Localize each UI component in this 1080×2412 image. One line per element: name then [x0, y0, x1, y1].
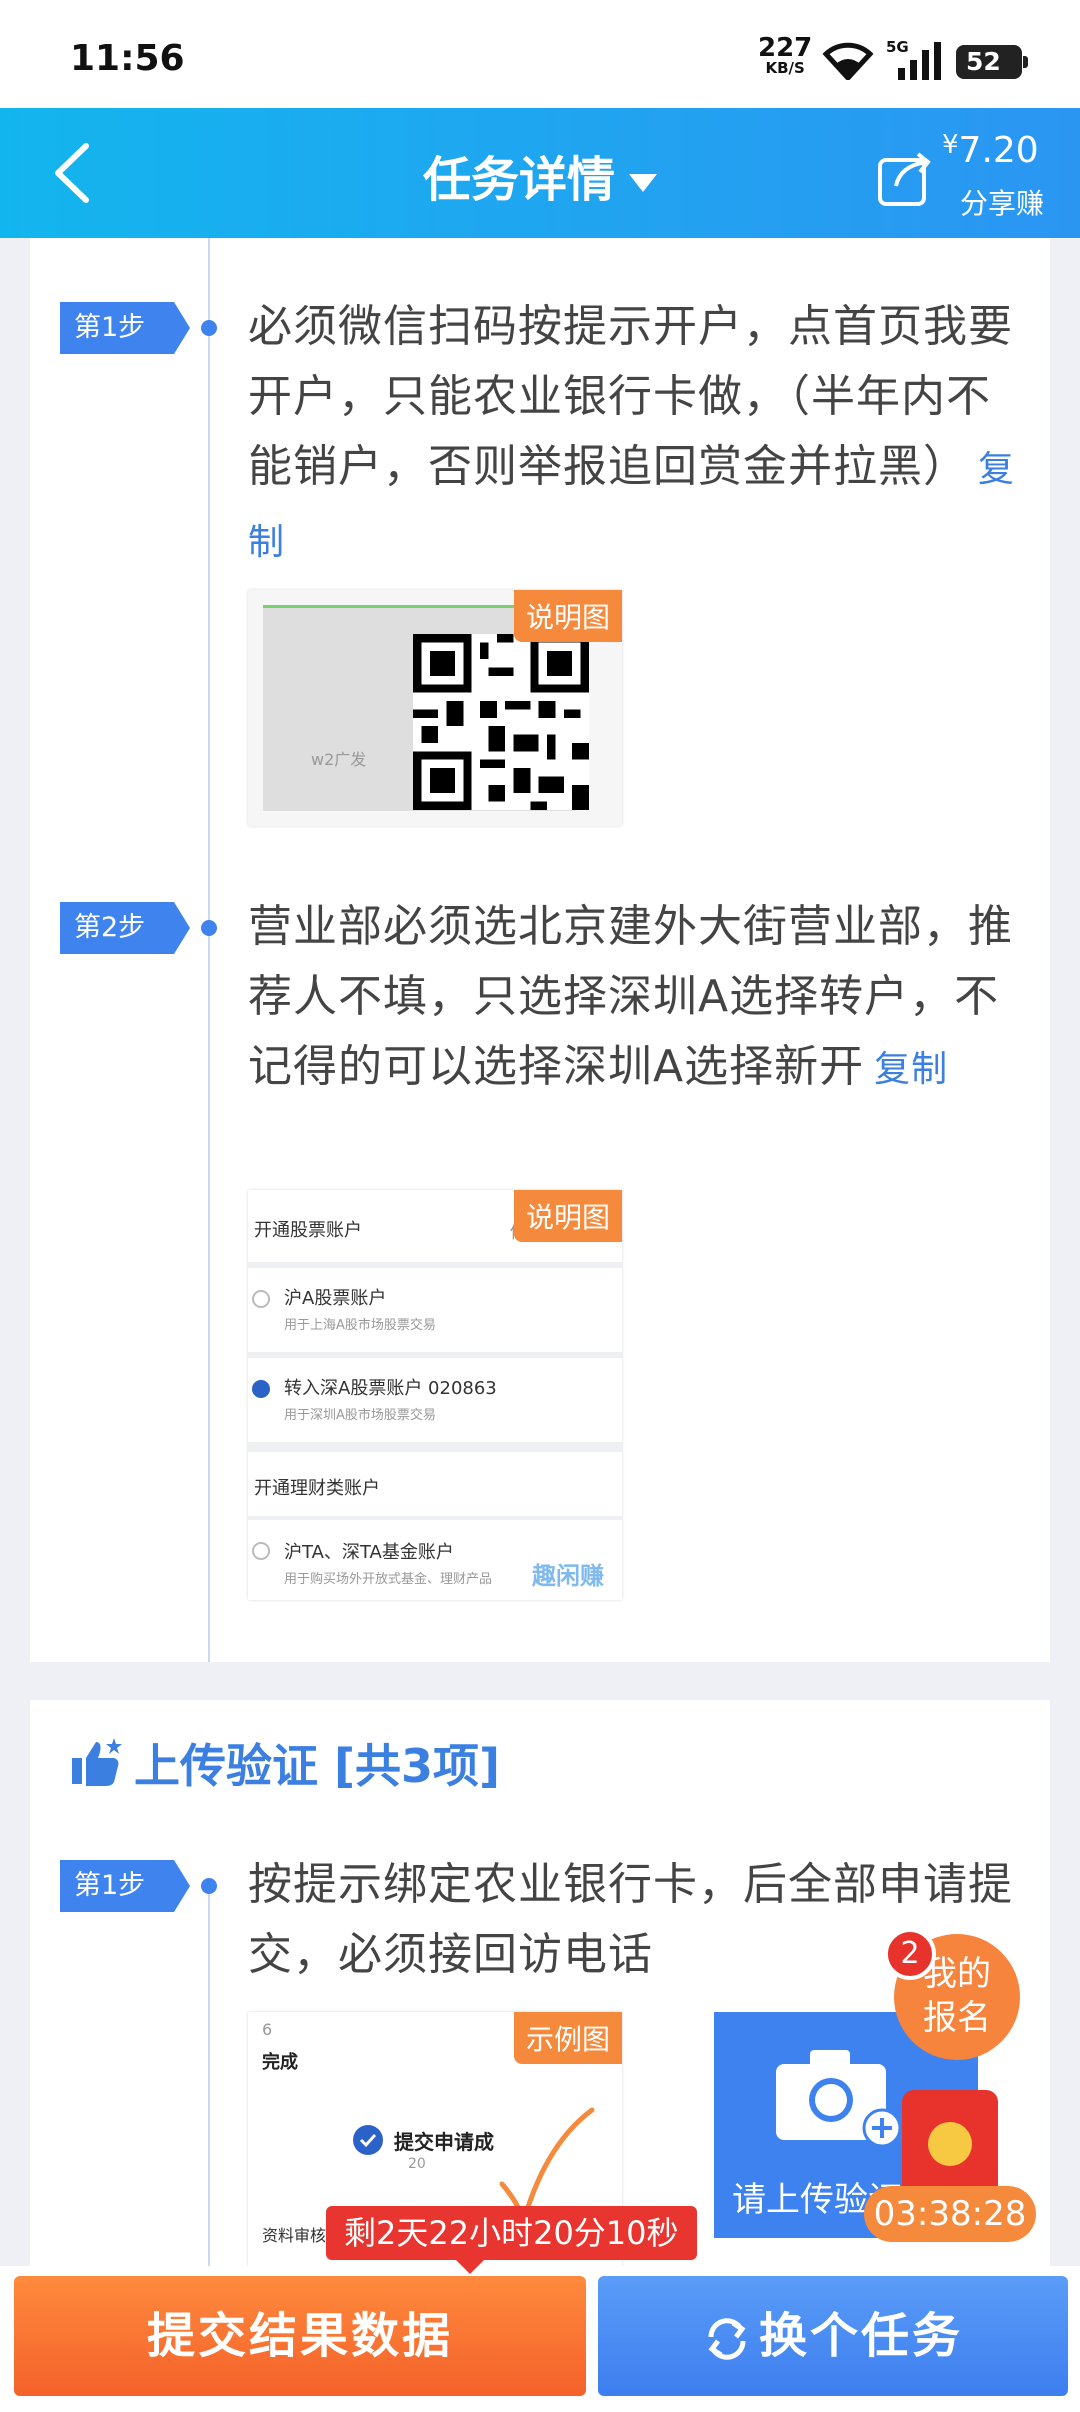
step-badge: 第1步 [60, 302, 190, 354]
share-price: 7.20 [958, 130, 1039, 171]
switch-task-button[interactable]: 换个任务 [598, 2276, 1068, 2396]
battery-icon: 52 [956, 45, 1028, 79]
example-review: 资料审核 [262, 2226, 327, 2245]
thumbs-up-icon [72, 1738, 122, 1786]
currency-symbol: ¥ [942, 130, 959, 160]
share-earn-label[interactable]: 分享赚 [960, 182, 1044, 222]
refresh-icon [708, 2318, 746, 2360]
task-steps-card: 第1步 必须微信扫码按提示开户，点首页我要开户，只能农业银行卡做，（半年内不能销… [30, 238, 1050, 1662]
network-speed-unit: KB/S [765, 59, 805, 77]
signal-icon [898, 42, 941, 80]
example-submitted: 提交申请成 [394, 2130, 494, 2154]
timeline-line [208, 1880, 210, 2290]
step-badge: 第1步 [60, 1860, 190, 1912]
status-bar: 11:56 227 KB/S 5G 52 [0, 0, 1080, 108]
section-title: 上传验证 [共3项] [134, 1739, 501, 1793]
radio-icon [252, 1290, 270, 1308]
step-text: 营业部必须选北京建外大街营业部，推荐人不填，只选择深圳A选择转户，不记得的可以选… [248, 892, 1028, 1105]
form-option: 沪TA、深TA基金账户 用于购买场外开放式基金、理财产品 趣闲赚 [248, 1520, 622, 1600]
image-tag: 说明图 [513, 590, 622, 642]
copy-link[interactable]: 复制 [874, 1049, 948, 1090]
step-badge: 第2步 [60, 902, 190, 954]
network-speed: 227 KB/S [758, 35, 812, 77]
form-option: 沪A股票账户 用于上海A股市场股票交易 [248, 1268, 622, 1352]
timeline-dot [201, 320, 217, 336]
check-circle-icon [353, 2125, 383, 2155]
notification-badge: 2 [884, 1928, 936, 1980]
radio-checked-icon [252, 1380, 270, 1398]
step-text: 必须微信扫码按提示开户，点首页我要开户，只能农业银行卡做，（半年内不能销户，否则… [248, 292, 1028, 578]
radio-icon [252, 1542, 270, 1560]
my-signup-button[interactable]: 2 我的报名 [884, 1928, 1020, 2060]
image-tag: 示例图 [513, 2012, 622, 2064]
instruction-image[interactable]: 开通股票账户 修 沪A股票账户用于上海A股市场股票交易 转入深A股票账户 020… [248, 1190, 622, 1600]
countdown-tooltip: 剩2天22小时20分10秒 [326, 2206, 697, 2274]
image-tag: 说明图 [513, 1190, 622, 1242]
instruction-image[interactable]: w2广发 说明图 [248, 590, 622, 826]
timeline-dot [201, 920, 217, 936]
caret-down-icon [629, 174, 657, 192]
image-caption: w2广发 [311, 750, 367, 769]
example-time: 20 [408, 2156, 426, 2172]
wifi-icon [822, 42, 874, 80]
watermark: 趣闲赚 [532, 1562, 604, 1590]
form-section-header: 开通理财类账户 [248, 1452, 622, 1516]
qr-code-icon [413, 634, 589, 810]
step-description: 必须微信扫码按提示开户，点首页我要开户，只能农业银行卡做，（半年内不能销户，否则… [248, 301, 1013, 492]
example-done: 完成 [262, 2052, 298, 2073]
status-time: 11:56 [70, 38, 185, 79]
example-number: 6 [262, 2020, 273, 2039]
red-envelope-timer: 03:38:28 [864, 2186, 1036, 2242]
page-title: 任务详情 [422, 152, 615, 208]
form-option: 转入深A股票账户 020863 用于深圳A股市场股票交易 [248, 1358, 622, 1442]
share-icon[interactable] [876, 148, 936, 208]
camera-icon [776, 2050, 902, 2148]
timeline-line [208, 238, 210, 1662]
timeline-dot [201, 1878, 217, 1894]
share-reward[interactable]: ¥7.20 [942, 130, 1039, 171]
switch-task-label: 换个任务 [758, 2308, 963, 2364]
coin-icon [928, 2122, 972, 2166]
nav-header: 任务详情 ¥7.20 分享赚 [0, 108, 1080, 238]
submit-result-button[interactable]: 提交结果数据 [14, 2276, 586, 2396]
